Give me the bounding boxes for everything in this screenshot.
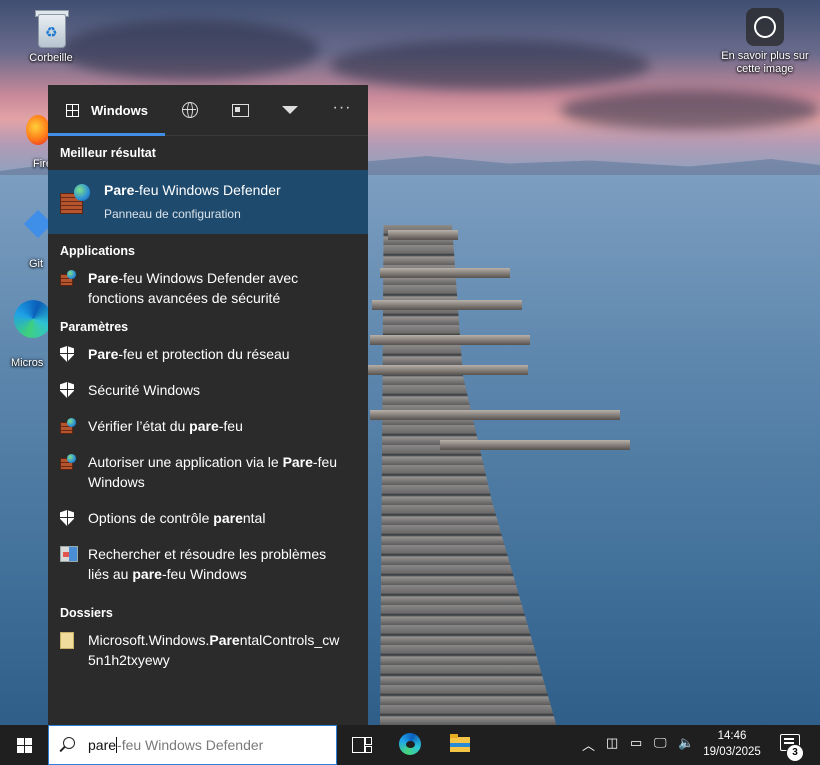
taskbar-search-input[interactable]: pare-feu Windows Defender [48, 725, 337, 765]
search-query: pare-feu Windows Defender [88, 737, 264, 753]
tab-windows[interactable]: Windows [48, 85, 165, 136]
list-item-label: Pare-feu et protection du réseau [88, 346, 290, 362]
list-item[interactable]: Microsoft.Windows.ParentalControls_cw 5n… [48, 630, 368, 674]
best-match-result[interactable]: Pare-feu Windows Defender Panneau de con… [48, 170, 368, 234]
list-item-label: Rechercher et résoudre les problèmes lié… [88, 546, 327, 582]
network-icon[interactable]: 🖵 [654, 735, 667, 751]
list-item-label: Options de contrôle parental [88, 510, 266, 526]
edge-icon [14, 300, 52, 338]
list-item[interactable]: Pare-feu Windows Defender avec fonctions… [48, 268, 368, 308]
search-icon [63, 737, 75, 749]
news-icon[interactable] [230, 100, 250, 120]
chevron-down-icon[interactable] [280, 100, 300, 120]
best-match-subtitle: Panneau de configuration [104, 207, 241, 221]
list-item[interactable]: Autoriser une application via le Pare-fe… [48, 452, 368, 508]
tab-windows-label: Windows [91, 102, 148, 118]
list-item-label: Pare-feu Windows Defender avec fonctions… [88, 270, 299, 306]
grid-icon [66, 104, 79, 117]
list-item[interactable]: Pare-feu et protection du réseau [48, 344, 368, 380]
globe-icon[interactable] [180, 100, 200, 120]
volume-icon[interactable]: 🔈 [678, 735, 694, 751]
search-scope-tabs: Windows ··· [48, 85, 368, 136]
list-item[interactable]: Options de contrôle parental [48, 508, 368, 544]
taskbar: pare-feu Windows Defender ︿ ◫ ▭ 🖵 🔈 14:4… [0, 725, 820, 765]
battery-icon[interactable]: ▭ [630, 735, 642, 751]
chevron-up-icon[interactable]: ︿ [582, 735, 595, 754]
task-view-icon[interactable] [349, 733, 373, 757]
learn-about-image-label: En savoir plus sur cette image [721, 50, 809, 75]
folder-icon [60, 632, 76, 649]
settings-heading: Paramètres [60, 320, 129, 334]
clock-date: 19/03/2025 [703, 746, 761, 758]
firewall-icon [60, 418, 76, 434]
recycle-bin-icon: ♻ [34, 8, 69, 48]
list-item-label: Autoriser une application via le Pare-fe… [88, 454, 338, 490]
shield-icon [60, 510, 76, 526]
list-item-label: Sécurité Windows [88, 382, 201, 398]
list-item[interactable]: Sécurité Windows [48, 380, 368, 416]
list-item-label: Microsoft.Windows.ParentalControls_cw 5n… [88, 632, 340, 668]
search-results-panel: Windows ··· Meilleur résultat Pare-feu W… [48, 85, 368, 725]
list-item[interactable]: Rechercher et résoudre les problèmes lié… [48, 544, 368, 596]
firewall-icon [60, 184, 90, 214]
recycle-bin-label: Corbeille [29, 52, 73, 64]
folders-heading: Dossiers [60, 606, 113, 620]
edge-taskbar-icon[interactable] [399, 733, 423, 757]
firewall-icon [60, 270, 76, 286]
clock-time: 14:46 [717, 730, 747, 742]
more-icon[interactable]: ··· [332, 100, 352, 120]
shield-icon [60, 346, 76, 362]
clock[interactable]: 14:46 19/03/2025 [694, 728, 770, 760]
firefox-icon[interactable] [26, 115, 50, 145]
shield-icon [60, 382, 76, 398]
active-tab-indicator [48, 133, 165, 136]
git-label: Git [29, 258, 44, 270]
notification-badge: 3 [786, 744, 804, 762]
applications-heading: Applications [60, 244, 136, 258]
windows-logo-icon [17, 738, 32, 753]
edge-label: Micros [11, 357, 44, 369]
best-match-title: Pare-feu Windows Defender [104, 182, 281, 198]
learn-about-image-shortcut[interactable]: En savoir plus sur cette image [712, 8, 818, 76]
camera-info-icon [746, 8, 784, 46]
firewall-icon [60, 454, 76, 470]
file-explorer-icon[interactable] [448, 733, 472, 757]
list-item[interactable]: Vérifier l’état du pare-feu [48, 416, 368, 452]
meet-now-icon[interactable]: ◫ [606, 735, 618, 751]
best-match-heading: Meilleur résultat [60, 146, 156, 160]
troubleshoot-icon [60, 546, 78, 562]
start-button[interactable] [0, 725, 48, 765]
recycle-bin-shortcut[interactable]: ♻ Corbeille [20, 8, 82, 64]
list-item-label: Vérifier l’état du pare-feu [88, 418, 243, 434]
